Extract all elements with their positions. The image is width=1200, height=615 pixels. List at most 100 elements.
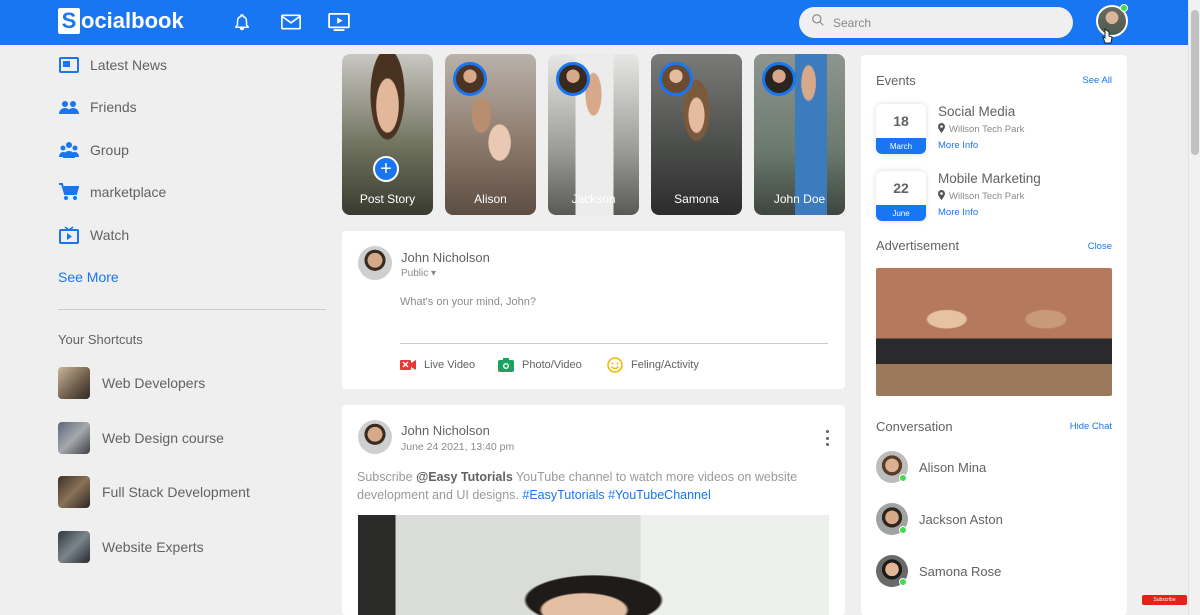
scroll-thumb[interactable] (1191, 10, 1199, 155)
user-avatar[interactable] (358, 420, 392, 454)
online-indicator (899, 474, 907, 482)
more-info-link[interactable]: More Info (938, 140, 1024, 151)
chat-item-samona-rose[interactable]: Samona Rose (876, 555, 1001, 587)
post-image[interactable] (358, 515, 829, 615)
feeling-activity-button[interactable]: Feling/Activity (607, 357, 699, 373)
advertisement-image[interactable] (876, 268, 1112, 396)
more-options-icon[interactable] (824, 430, 830, 446)
story-post-story[interactable]: + Post Story (342, 54, 433, 215)
shortcut-thumbnail (58, 422, 90, 454)
story-name: Alison (474, 192, 507, 206)
privacy-selector[interactable]: Public ▾ (401, 268, 490, 279)
action-label: Live Video (424, 359, 476, 371)
sidebar-item-latest-news[interactable]: Latest News (58, 54, 167, 76)
event-date: 22 June (876, 171, 926, 221)
write-post-user: John Nicholson Public ▾ (358, 246, 490, 280)
see-more-link[interactable]: See More (58, 269, 119, 285)
shortcut-web-developers[interactable]: Web Developers (58, 367, 205, 399)
story-john-doe[interactable]: John Doe (754, 54, 845, 215)
hashtag-link[interactable]: #EasyTutorials (522, 488, 604, 502)
hashtag-link[interactable]: #YouTubeChannel (608, 488, 711, 502)
chat-item-jackson-aston[interactable]: Jackson Aston (876, 503, 1003, 535)
video-icon[interactable] (328, 11, 350, 33)
post-text-part: Subscribe (357, 470, 417, 484)
cart-icon (58, 181, 80, 203)
post-timestamp: June 24 2021, 13:40 pm (401, 441, 515, 453)
sidebar-item-label: Friends (90, 99, 137, 115)
close-ad-link[interactable]: Close (1088, 241, 1112, 252)
story-avatar (762, 62, 796, 96)
online-indicator (899, 526, 907, 534)
shortcut-web-design-course[interactable]: Web Design course (58, 422, 224, 454)
live-video-icon (400, 357, 416, 373)
event-month: March (876, 138, 926, 154)
more-info-link[interactable]: More Info (938, 207, 1041, 218)
event-day: 18 (893, 113, 909, 129)
story-alison[interactable]: Alison (445, 54, 536, 215)
story-name: John Doe (773, 192, 826, 206)
photo-video-button[interactable]: Photo/Video (498, 357, 582, 373)
photo-icon (498, 357, 514, 373)
sidebar-item-marketplace[interactable]: marketplace (58, 181, 166, 203)
top-navbar: S ocialbook (0, 0, 1188, 45)
right-sidebar: Events See All 18 March Social Media Wil… (861, 55, 1127, 615)
sidebar-item-label: Watch (90, 227, 130, 243)
privacy-label: Public (401, 268, 429, 279)
live-video-button[interactable]: Live Video (400, 357, 475, 373)
action-label: Photo/Video (522, 359, 582, 371)
user-name[interactable]: John Nicholson (401, 423, 514, 438)
story-name: Samona (674, 192, 719, 206)
see-all-link[interactable]: See All (1082, 75, 1112, 86)
user-avatar[interactable] (358, 246, 392, 280)
shortcut-thumbnail (58, 531, 90, 563)
location-pin-icon (938, 190, 945, 203)
search-bar[interactable] (799, 7, 1073, 38)
subscribe-badge[interactable]: Subscribe (1142, 595, 1187, 605)
shortcut-full-stack-development[interactable]: Full Stack Development (58, 476, 250, 508)
story-samona[interactable]: Samona (651, 54, 742, 215)
event-title: Mobile Marketing (938, 171, 1041, 186)
conversation-heading: Conversation (876, 419, 953, 434)
sidebar-item-group[interactable]: Group (58, 139, 129, 161)
event-item[interactable]: 22 June Mobile Marketing Willson Tech Pa… (876, 171, 1041, 221)
shortcut-thumbnail (58, 476, 90, 508)
sidebar-divider (58, 309, 326, 310)
post-text: Subscribe @Easy Tutorials YouTube channe… (357, 468, 827, 504)
event-location: Willson Tech Park (938, 123, 1024, 136)
write-divider (400, 343, 828, 344)
event-month: June (876, 205, 926, 221)
shortcut-label: Full Stack Development (102, 484, 250, 500)
add-story-icon[interactable]: + (373, 156, 399, 182)
hide-chat-link[interactable]: Hide Chat (1070, 421, 1112, 432)
news-icon (58, 54, 80, 76)
online-indicator (899, 578, 907, 586)
user-name[interactable]: John Nicholson (401, 250, 490, 265)
caret-down-icon: ▾ (431, 268, 437, 279)
chat-item-alison-mina[interactable]: Alison Mina (876, 451, 986, 483)
page-scrollbar[interactable] (1188, 0, 1200, 615)
event-item[interactable]: 18 March Social Media Willson Tech Park … (876, 104, 1024, 154)
post-textarea[interactable]: What's on your mind, John? (400, 296, 536, 308)
search-input[interactable] (833, 15, 1053, 30)
shortcut-website-experts[interactable]: Website Experts (58, 531, 204, 563)
event-day: 22 (893, 180, 909, 196)
sidebar-item-watch[interactable]: Watch (58, 224, 129, 246)
shortcut-label: Website Experts (102, 539, 204, 555)
events-heading: Events (876, 73, 916, 88)
bell-icon[interactable] (231, 11, 253, 33)
mail-icon[interactable] (280, 11, 302, 33)
story-name: Jackson (571, 192, 616, 206)
action-label: Feling/Activity (631, 359, 699, 371)
shortcuts-heading: Your Shortcuts (58, 332, 143, 347)
story-avatar (453, 62, 487, 96)
chat-name: Samona Rose (919, 563, 1002, 579)
advertisement-heading: Advertisement (876, 238, 960, 253)
logo-initial: S (58, 8, 80, 34)
logo[interactable]: S ocialbook (58, 8, 184, 34)
sidebar-item-friends[interactable]: Friends (58, 96, 137, 118)
story-jackson[interactable]: Jackson (548, 54, 639, 215)
post-mention[interactable]: @Easy Tutorials (416, 470, 513, 484)
story-avatar (659, 62, 693, 96)
chat-name: Alison Mina (919, 459, 987, 475)
chat-name: Jackson Aston (919, 511, 1003, 527)
